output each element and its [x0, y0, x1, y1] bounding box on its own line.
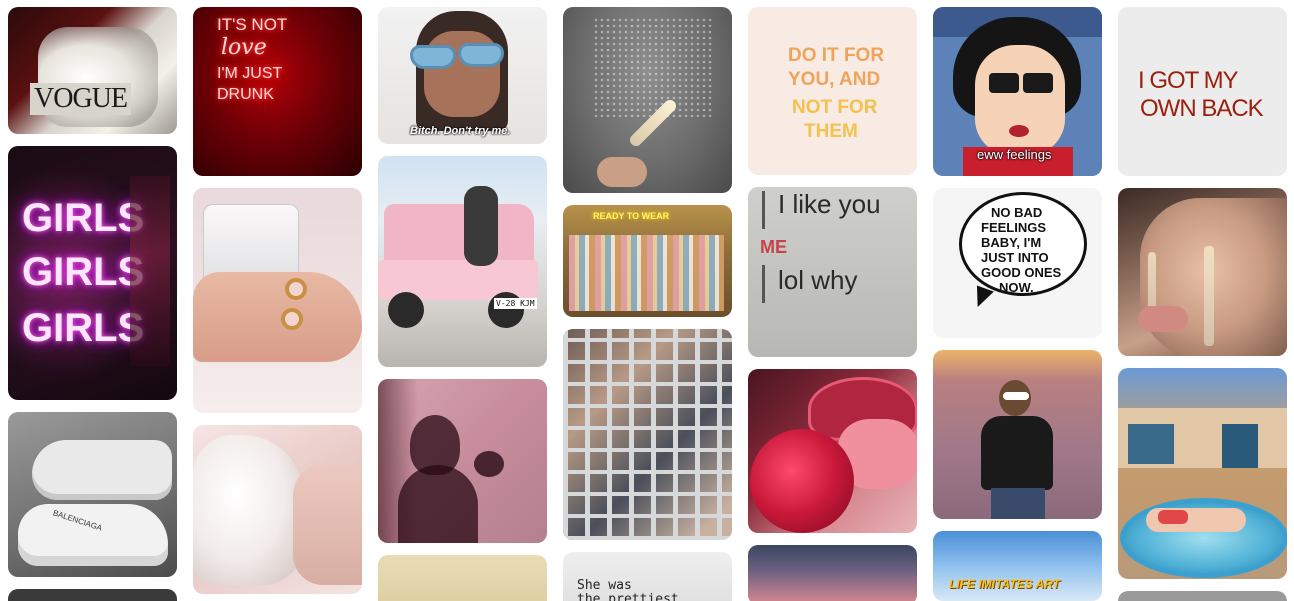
life-imitates-art-text: LIFE IMITATES ART	[949, 577, 1060, 591]
neon-line-2: love	[221, 35, 267, 60]
prettiest-line-1: She was	[577, 578, 632, 593]
pin-glitter-lips[interactable]	[748, 369, 917, 533]
pin-pool-girl[interactable]	[1118, 368, 1287, 579]
pin-no-bad-feelings[interactable]: NO BAD FEELINGS BABY, I'M JUST INTO GOOD…	[933, 188, 1102, 338]
pin-photo-wall[interactable]	[563, 329, 732, 540]
pin-do-it-for-you[interactable]: DO IT FOR YOU, AND NOT FOR THEM	[748, 7, 917, 175]
like-you-line-2: lol why	[778, 265, 858, 295]
pin-neon-girls[interactable]: GIRLS GIRLS GIRLS	[8, 146, 177, 400]
pin-fur-coat[interactable]	[193, 425, 362, 594]
pin-glitter-tears[interactable]	[1118, 188, 1287, 356]
do-it-line-2: YOU, AND	[788, 69, 881, 90]
neon-girls-3: GIRLS	[22, 306, 145, 350]
pin-pink-jeep[interactable]: V-28 KJM	[378, 156, 547, 367]
neon-line-1: IT'S NOT	[217, 15, 288, 34]
pin-ready-to-wear[interactable]: READY TO WEAR	[563, 205, 732, 317]
neon-line-3: I'M JUST	[217, 65, 283, 82]
neon-line-4: DRUNK	[217, 86, 274, 103]
no-bad-line-1: NO BAD	[991, 205, 1043, 220]
pin-vogue-jacket[interactable]: VOGUE	[8, 7, 177, 134]
no-bad-line-2: FEELINGS	[981, 220, 1047, 235]
prettiest-line-2: the prettiest	[577, 592, 679, 601]
store-sign: READY TO WEAR	[593, 211, 670, 221]
own-back-line-2: OWN BACK	[1140, 95, 1264, 122]
do-it-line-3: NOT FOR	[792, 97, 878, 118]
no-bad-line-5: GOOD ONES	[981, 265, 1062, 280]
no-bad-line-4: JUST INTO	[981, 250, 1049, 265]
pin-girl-purple-wall[interactable]	[933, 350, 1102, 519]
pin-glitter-joint[interactable]	[563, 7, 732, 193]
sunglasses-caption: Bitch. Don't try me.	[410, 125, 511, 137]
like-you-label: ME	[760, 237, 787, 257]
pin-rose-shadow[interactable]	[378, 379, 547, 543]
no-bad-line-3: BABY, I'M	[981, 235, 1042, 250]
no-bad-line-6: NOW.	[999, 280, 1034, 295]
license-plate: V-28 KJM	[494, 298, 537, 309]
pin-col1-bottom[interactable]	[8, 589, 177, 601]
pin-sky-sunset[interactable]	[748, 545, 917, 601]
do-it-line-1: DO IT FOR	[788, 45, 885, 66]
do-it-line-4: THEM	[804, 121, 858, 142]
daria-caption: eww feelings	[977, 147, 1052, 162]
pin-daria-meme[interactable]: eww feelings	[933, 7, 1102, 176]
own-back-line-1: I GOT MY	[1138, 67, 1239, 94]
neon-girls-1: GIRLS	[22, 196, 145, 240]
pin-col7-bottom[interactable]	[1118, 591, 1287, 601]
pin-col3-bottom[interactable]	[378, 555, 547, 601]
pin-i-like-you[interactable]: I like you ME lol why	[748, 187, 917, 357]
vogue-text: VOGUE	[30, 83, 131, 115]
pin-prettiest-text[interactable]: She was the prettiest	[563, 552, 732, 601]
pin-hand-glass[interactable]	[193, 188, 362, 413]
pin-life-imitates-art[interactable]: LIFE IMITATES ART	[933, 531, 1102, 601]
neon-girls-2: GIRLS	[22, 250, 145, 294]
like-you-line-1: I like you	[778, 189, 881, 219]
pin-neon-love[interactable]: IT'S NOT love I'M JUST DRUNK	[193, 7, 362, 176]
pin-own-back[interactable]: I GOT MY OWN BACK	[1118, 7, 1287, 176]
pin-sunglasses-meme[interactable]: Bitch. Don't try me.	[378, 7, 547, 144]
pin-sneakers[interactable]: BALENCIAGA	[8, 412, 177, 577]
